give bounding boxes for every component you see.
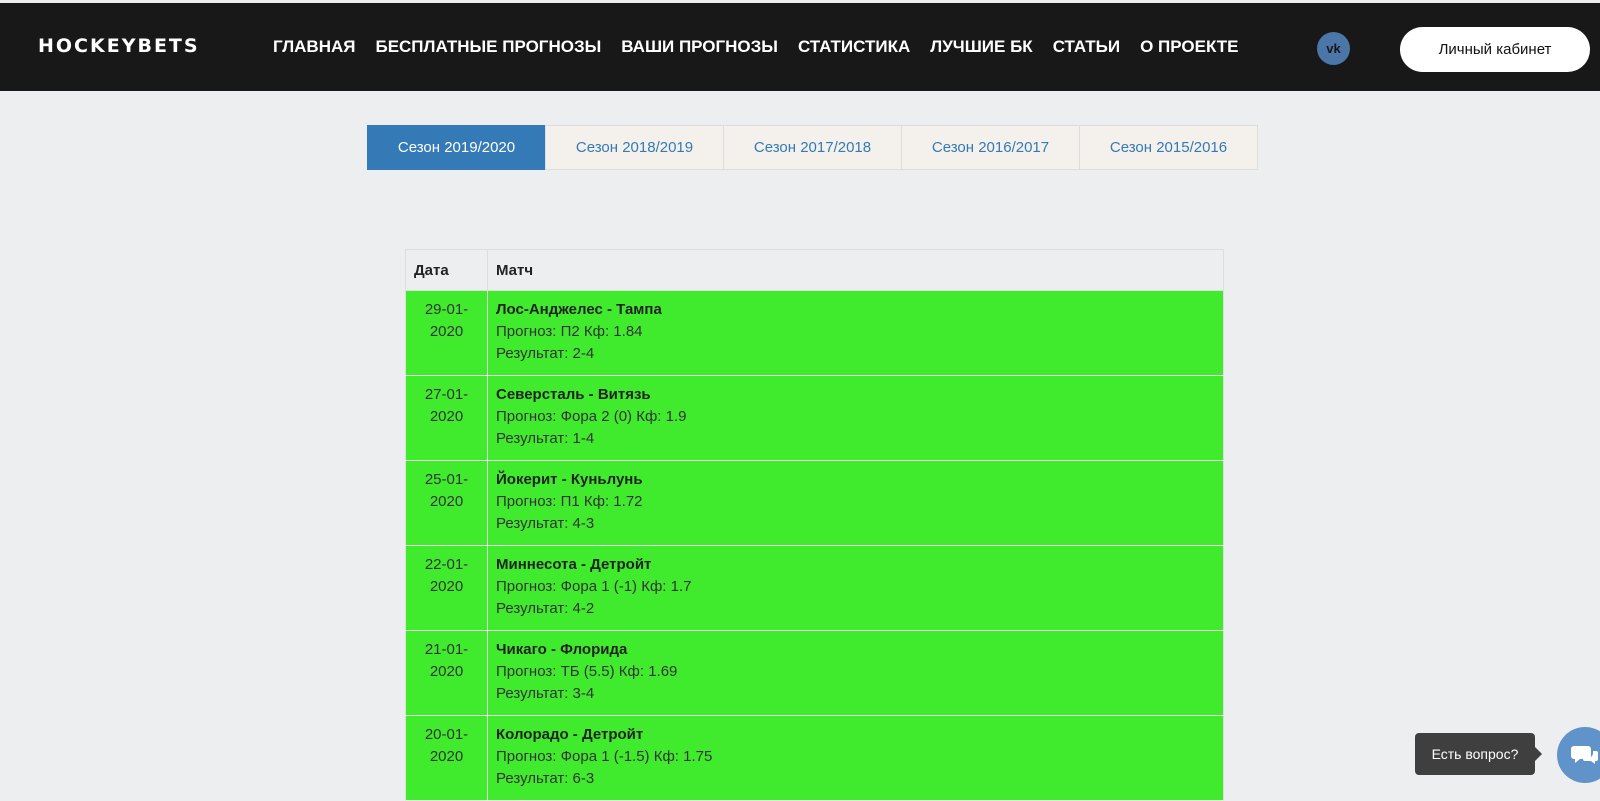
date-cell: 27-01- 2020 xyxy=(406,376,488,460)
column-header-date: Дата xyxy=(406,250,488,290)
match-cell: Йокерит - Куньлунь Прогноз: П1 Кф: 1.72 … xyxy=(488,461,1223,545)
date-line: 20-01- xyxy=(424,726,469,743)
match-result: Результат: 4-3 xyxy=(496,515,595,532)
match-cell: Северсталь - Витязь Прогноз: Фора 2 (0) … xyxy=(488,376,1223,460)
nav-item-statistics[interactable]: СТАТИСТИКА xyxy=(798,37,910,57)
table-header: Дата Матч xyxy=(405,249,1224,291)
match-forecast: Прогноз: ТБ (5.5) Кф: 1.69 xyxy=(496,663,678,680)
match-result: Результат: 3-4 xyxy=(496,685,595,702)
date-cell: 29-01- 2020 xyxy=(406,291,488,375)
tab-season-2015-2016[interactable]: Сезон 2015/2016 xyxy=(1079,125,1258,170)
site-logo[interactable]: HOCKEYBETS xyxy=(38,35,200,57)
date-line: 27-01- xyxy=(424,386,469,403)
match-result: Результат: 2-4 xyxy=(496,345,595,362)
vk-icon[interactable]: vk xyxy=(1317,32,1350,65)
column-header-match: Матч xyxy=(496,262,534,279)
table-row: 29-01- 2020 Лос-Анджелес - Тампа Прогноз… xyxy=(405,291,1224,376)
match-title: Колорадо - Детройт xyxy=(496,726,644,743)
forecast-table: Дата Матч 29-01- 2020 Лос-Анджелес - Там… xyxy=(405,249,1224,801)
vk-icon-glyph: vk xyxy=(1326,41,1341,56)
main-nav: ГЛАВНАЯ БЕСПЛАТНЫЕ ПРОГНОЗЫ ВАШИ ПРОГНОЗ… xyxy=(273,37,1258,57)
date-line: 29-01- xyxy=(424,301,469,318)
nav-item-best-bookmakers[interactable]: ЛУЧШИЕ БК xyxy=(930,37,1032,57)
top-navbar: HOCKEYBETS ГЛАВНАЯ БЕСПЛАТНЫЕ ПРОГНОЗЫ В… xyxy=(0,0,1600,91)
date-cell: 22-01- 2020 xyxy=(406,546,488,630)
ask-question-button[interactable]: Есть вопрос? xyxy=(1415,733,1542,775)
match-title: Чикаго - Флорида xyxy=(496,641,628,658)
nav-item-home[interactable]: ГЛАВНАЯ xyxy=(273,37,355,57)
match-title: Миннесота - Детройт xyxy=(496,556,652,573)
match-forecast: Прогноз: П1 Кф: 1.72 xyxy=(496,493,643,510)
date-line: 21-01- xyxy=(424,641,469,658)
season-tabs: Сезон 2019/2020 Сезон 2018/2019 Сезон 20… xyxy=(367,125,1258,170)
date-line: 22-01- xyxy=(424,556,469,573)
table-row: 25-01- 2020 Йокерит - Куньлунь Прогноз: … xyxy=(405,461,1224,546)
date-line: 25-01- xyxy=(424,471,469,488)
match-title: Лос-Анджелес - Тампа xyxy=(496,301,662,318)
date-cell: 20-01- 2020 xyxy=(406,716,488,800)
tab-season-2019-2020[interactable]: Сезон 2019/2020 xyxy=(367,125,546,170)
match-cell: Лос-Анджелес - Тампа Прогноз: П2 Кф: 1.8… xyxy=(488,291,1223,375)
nav-item-articles[interactable]: СТАТЬИ xyxy=(1053,37,1120,57)
match-forecast: Прогноз: Фора 1 (-1.5) Кф: 1.75 xyxy=(496,748,713,765)
table-row: 27-01- 2020 Северсталь - Витязь Прогноз:… xyxy=(405,376,1224,461)
match-result: Результат: 4-2 xyxy=(496,600,595,617)
match-forecast: Прогноз: П2 Кф: 1.84 xyxy=(496,323,643,340)
match-result: Результат: 1-4 xyxy=(496,430,595,447)
date-year: 2020 xyxy=(429,663,464,680)
nav-item-your-forecasts[interactable]: ВАШИ ПРОГНОЗЫ xyxy=(621,37,778,57)
match-cell: Колорадо - Детройт Прогноз: Фора 1 (-1.5… xyxy=(488,716,1223,800)
match-result: Результат: 6-3 xyxy=(496,770,595,787)
table-row: 22-01- 2020 Миннесота - Детройт Прогноз:… xyxy=(405,546,1224,631)
tab-season-2018-2019[interactable]: Сезон 2018/2019 xyxy=(545,125,724,170)
table-row: 21-01- 2020 Чикаго - Флорида Прогноз: ТБ… xyxy=(405,631,1224,716)
match-title: Йокерит - Куньлунь xyxy=(496,471,643,488)
match-title: Северсталь - Витязь xyxy=(496,386,651,403)
date-year: 2020 xyxy=(429,748,464,765)
personal-cabinet-button[interactable]: Личный кабинет xyxy=(1400,27,1590,72)
date-year: 2020 xyxy=(429,493,464,510)
match-forecast: Прогноз: Фора 2 (0) Кф: 1.9 xyxy=(496,408,687,425)
match-cell: Миннесота - Детройт Прогноз: Фора 1 (-1)… xyxy=(488,546,1223,630)
chat-bubbles-glyph xyxy=(1571,746,1598,764)
chat-bubbles-icon[interactable] xyxy=(1557,727,1600,783)
date-cell: 21-01- 2020 xyxy=(406,631,488,715)
table-row: 20-01- 2020 Колорадо - Детройт Прогноз: … xyxy=(405,716,1224,801)
match-forecast: Прогноз: Фора 1 (-1) Кф: 1.7 xyxy=(496,578,692,595)
date-year: 2020 xyxy=(429,323,464,340)
date-cell: 25-01- 2020 xyxy=(406,461,488,545)
tab-season-2017-2018[interactable]: Сезон 2017/2018 xyxy=(723,125,902,170)
tab-season-2016-2017[interactable]: Сезон 2016/2017 xyxy=(901,125,1080,170)
date-year: 2020 xyxy=(429,578,464,595)
nav-item-free-forecasts[interactable]: БЕСПЛАТНЫЕ ПРОГНОЗЫ xyxy=(375,37,601,57)
nav-item-about[interactable]: О ПРОЕКТЕ xyxy=(1140,37,1238,57)
date-year: 2020 xyxy=(429,408,464,425)
match-cell: Чикаго - Флорида Прогноз: ТБ (5.5) Кф: 1… xyxy=(488,631,1223,715)
